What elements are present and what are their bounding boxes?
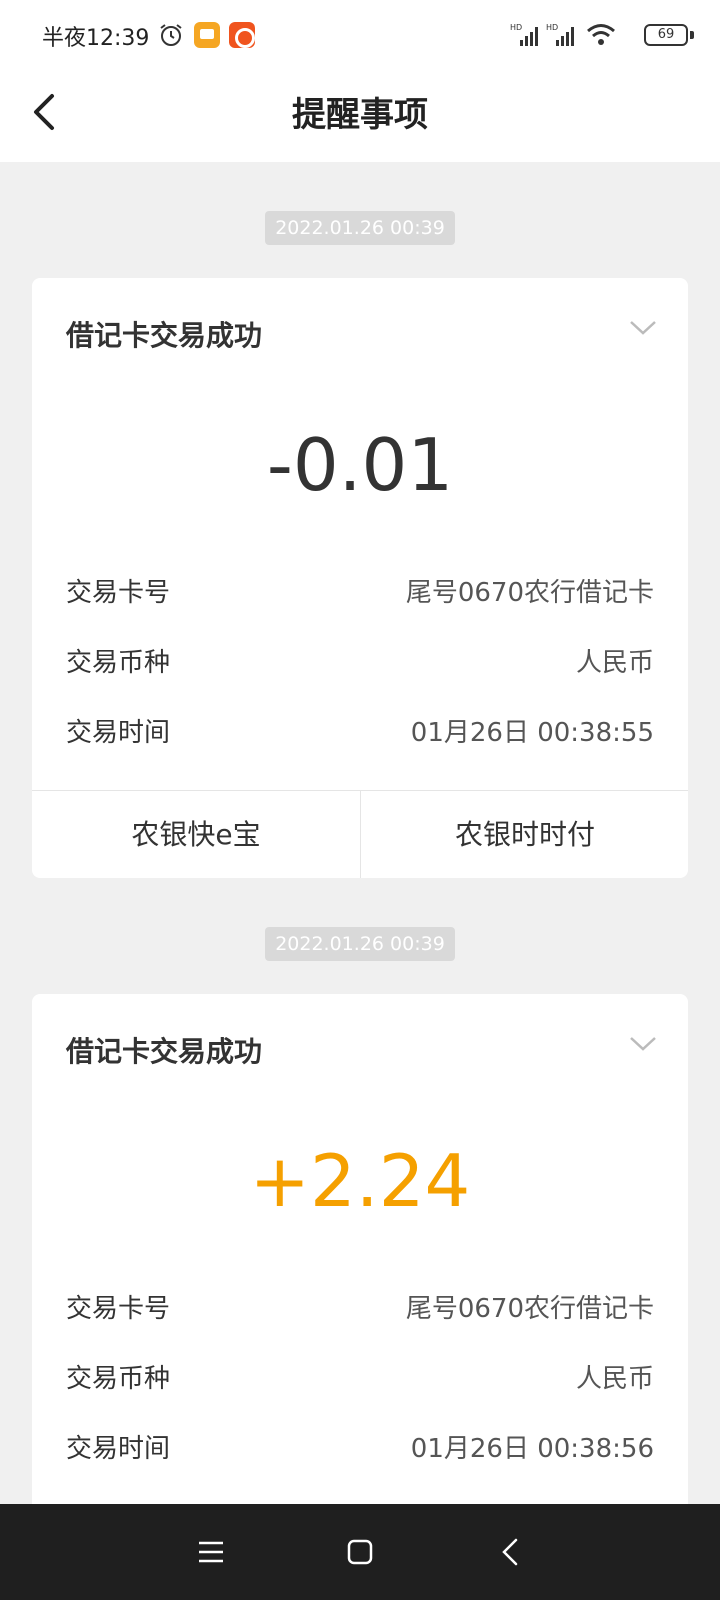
messages-app-icon	[194, 22, 220, 48]
row-value: 01月26日 00:38:56	[410, 1434, 654, 1464]
card-title: 借记卡交易成功	[66, 1035, 263, 1068]
message-timestamp: 2022.01.26 00:39	[0, 211, 720, 245]
row-value: 01月26日 00:38:55	[410, 718, 654, 748]
message-timestamp: 2022.01.26 00:39	[0, 927, 720, 961]
detail-row: 交易时间 01月26日 00:38:55	[66, 713, 654, 753]
row-label: 交易时间	[66, 1434, 171, 1464]
chevron-down-icon[interactable]	[628, 1034, 658, 1054]
page-title: 提醒事项	[292, 95, 428, 135]
detail-row: 交易卡号 尾号0670农行借记卡	[66, 573, 654, 613]
shi-shi-fu-button[interactable]: 农银时时付	[361, 791, 688, 878]
status-bar: 半夜12:39 HD HD 69	[0, 0, 720, 70]
row-label: 交易币种	[66, 1364, 171, 1394]
detail-row: 交易时间 01月26日 00:38:56	[66, 1429, 654, 1469]
transaction-amount: +2.24	[249, 1139, 471, 1223]
system-nav-bar	[0, 1504, 720, 1600]
back-icon[interactable]	[492, 1532, 532, 1572]
detail-row: 交易币种 人民币	[66, 1359, 654, 1399]
menu-icon[interactable]	[191, 1532, 231, 1572]
wifi-icon	[587, 24, 615, 45]
row-label: 交易卡号	[66, 578, 171, 608]
svg-text:HD: HD	[510, 23, 522, 32]
card-action-bar: 农银快e宝 农银时时付	[32, 790, 688, 878]
alarm-icon	[160, 24, 182, 46]
row-value: 人民币	[575, 648, 654, 678]
kuaishou-app-icon	[229, 22, 255, 48]
header: 提醒事项	[0, 70, 720, 162]
home-icon[interactable]	[340, 1532, 380, 1572]
row-value: 尾号0670农行借记卡	[405, 1294, 654, 1324]
timestamp-badge: 2022.01.26 00:39	[265, 927, 455, 961]
kuai-e-bao-button[interactable]: 农银快e宝	[32, 791, 360, 878]
status-right-icons: HD HD 69	[500, 20, 700, 50]
status-time: 半夜12:39	[42, 26, 150, 51]
battery-tip	[690, 31, 694, 39]
card-title: 借记卡交易成功	[66, 319, 263, 352]
battery-level: 69	[657, 27, 675, 42]
chevron-down-icon[interactable]	[628, 318, 658, 338]
hd-signal-icon: HD	[546, 23, 574, 46]
timestamp-badge: 2022.01.26 00:39	[265, 211, 455, 245]
svg-text:HD: HD	[546, 23, 558, 32]
hd-signal-icon: HD	[510, 23, 538, 46]
transaction-card: 借记卡交易成功 -0.01 交易卡号 尾号0670农行借记卡 交易币种 人民币 …	[32, 278, 688, 878]
row-value: 尾号0670农行借记卡	[405, 578, 654, 608]
transaction-amount: -0.01	[266, 423, 454, 507]
row-label: 交易卡号	[66, 1294, 171, 1324]
detail-row: 交易币种 人民币	[66, 643, 654, 683]
row-label: 交易时间	[66, 718, 171, 748]
row-value: 人民币	[575, 1364, 654, 1394]
battery-icon: 69	[644, 24, 688, 46]
row-label: 交易币种	[66, 648, 171, 678]
detail-row: 交易卡号 尾号0670农行借记卡	[66, 1289, 654, 1329]
